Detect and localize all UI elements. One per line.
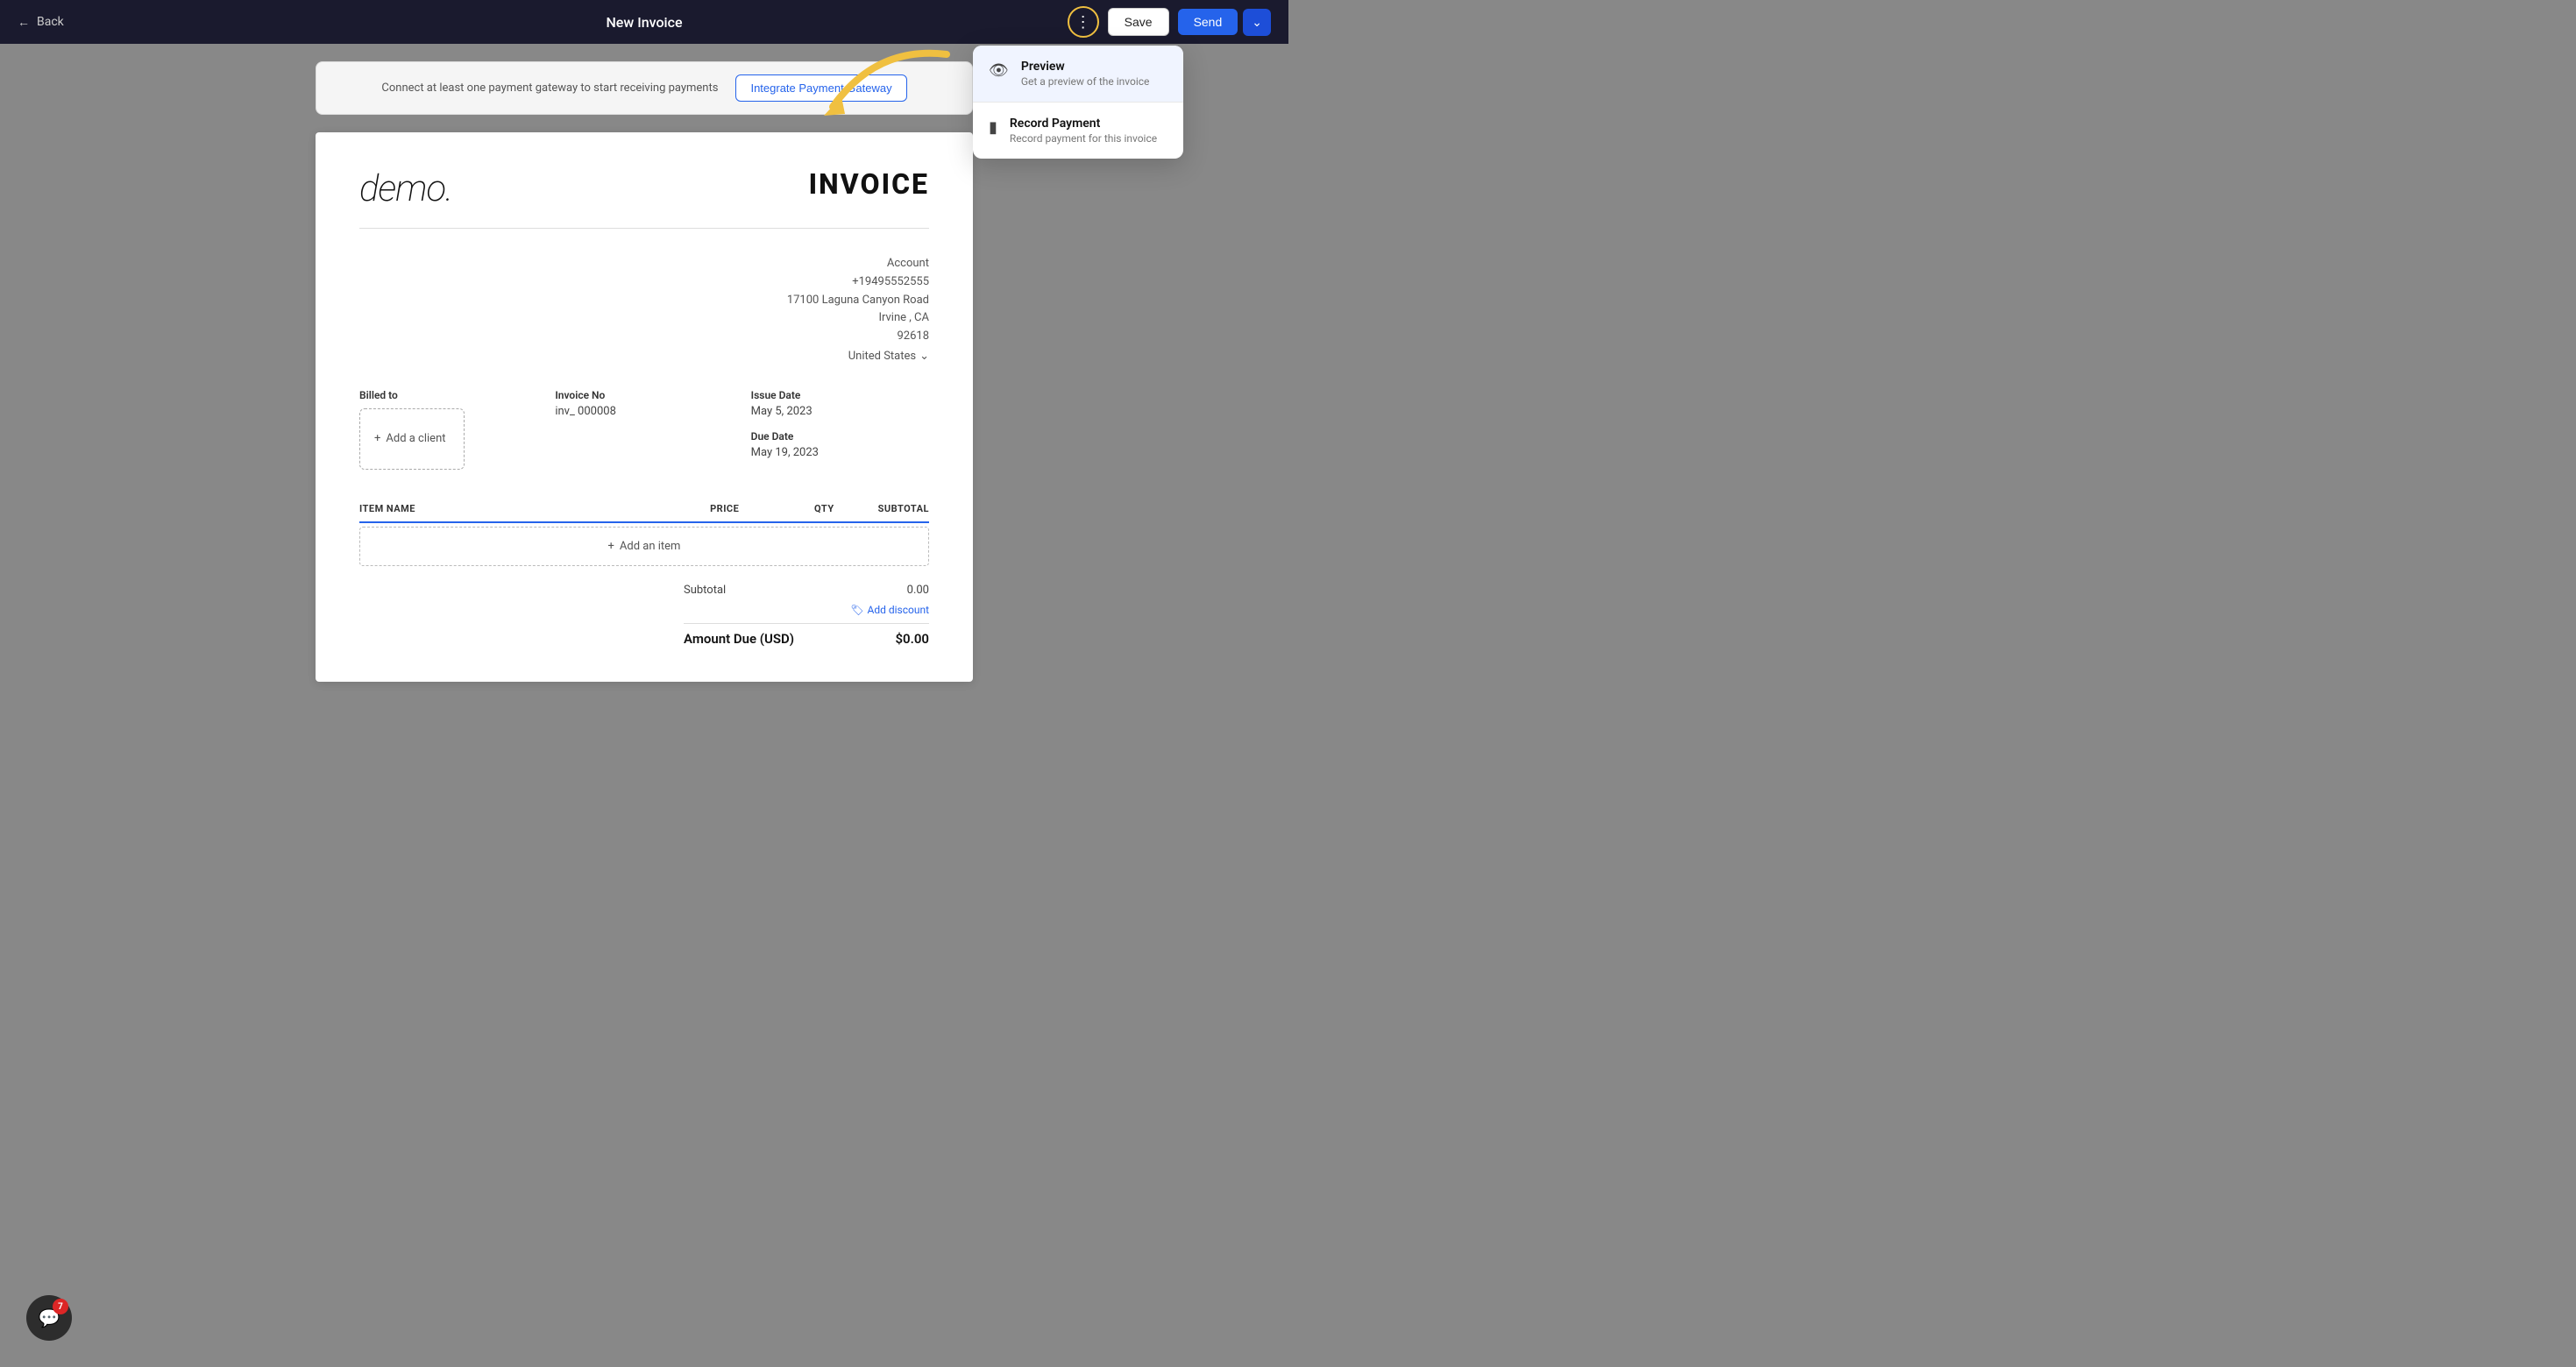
send-dropdown-button[interactable]: ⌄ [1243, 9, 1271, 36]
issue-date-label: Issue Date [751, 389, 929, 401]
send-button[interactable]: Send [1178, 9, 1238, 35]
record-payment-title: Record Payment [1010, 117, 1157, 131]
issue-date-value: May 5, 2023 [751, 405, 929, 418]
nav-actions: ⋮ Save Send ⌄ [1068, 6, 1271, 38]
add-item-button[interactable]: + Add an item [359, 527, 929, 566]
company-logo: demo. [359, 167, 452, 210]
invoice-no-section: Invoice No inv_ 000008 [555, 389, 733, 470]
account-city: Irvine , CA [359, 309, 929, 328]
record-payment-description: Record payment for this invoice [1010, 132, 1157, 145]
due-date-label: Due Date [751, 430, 929, 443]
subtotal-row: Subtotal 0.00 [684, 584, 929, 597]
dropdown-menu: 👁 Preview Get a preview of the invoice ▮… [973, 46, 1183, 159]
country-value: United States [848, 350, 916, 363]
due-date-value: May 19, 2023 [751, 446, 929, 459]
tag-icon: 🏷 [850, 604, 863, 616]
chat-button[interactable]: 💬 7 [26, 1295, 72, 1341]
invoice-paper: demo. INVOICE Account +19495552555 17100… [316, 132, 973, 682]
send-label: Send [1194, 15, 1223, 29]
items-table-header: ITEM NAME PRICE QTY SUBTOTAL [359, 496, 929, 523]
plus-icon: + [374, 432, 380, 445]
account-info: Account +19495552555 17100 Laguna Canyon… [359, 255, 929, 363]
invoice-no-label: Invoice No [555, 389, 733, 401]
banner-text: Connect at least one payment gateway to … [381, 81, 718, 95]
add-item-label: Add an item [620, 540, 681, 553]
back-button[interactable]: ← Back [18, 15, 64, 30]
chat-badge-count: 7 [53, 1299, 68, 1314]
col-price: PRICE [644, 503, 739, 514]
record-payment-menu-item[interactable]: ▮ Record Payment Record payment for this… [973, 103, 1183, 159]
add-discount-label: Add discount [867, 604, 929, 616]
add-client-label: Add a client [386, 432, 445, 445]
invoice-no-value: inv_ 000008 [555, 405, 733, 418]
add-discount-button[interactable]: 🏷 Add discount [850, 604, 929, 616]
amount-due-value: $0.00 [895, 631, 929, 647]
amount-due-row: Amount Due (USD) $0.00 [684, 623, 929, 647]
preview-title: Preview [1021, 60, 1150, 74]
billed-to-label: Billed to [359, 389, 537, 401]
back-arrow-icon: ← [18, 15, 30, 30]
plus-icon-item: + [608, 540, 614, 553]
payment-icon: ▮ [989, 118, 997, 137]
page-title: New Invoice [606, 14, 682, 31]
account-label: Account [359, 255, 929, 273]
invoice-totals: Subtotal 0.00 🏷 Add discount Amount Due … [359, 584, 929, 647]
more-options-button[interactable]: ⋮ [1068, 6, 1099, 38]
col-item-name: ITEM NAME [359, 503, 644, 514]
account-address1: 17100 Laguna Canyon Road [359, 292, 929, 310]
subtotal-value: 0.00 [907, 584, 929, 597]
payment-banner: Connect at least one payment gateway to … [316, 61, 973, 115]
col-qty: QTY [739, 503, 834, 514]
items-table: ITEM NAME PRICE QTY SUBTOTAL + Add an it… [359, 496, 929, 566]
preview-description: Get a preview of the invoice [1021, 75, 1150, 88]
save-button[interactable]: Save [1108, 8, 1169, 36]
back-label: Back [37, 15, 64, 29]
subtotal-label: Subtotal [684, 584, 726, 597]
add-client-button[interactable]: + Add a client [359, 408, 465, 470]
dates-section: Issue Date May 5, 2023 Due Date May 19, … [751, 389, 929, 470]
billed-to-section: Billed to + Add a client [359, 389, 537, 470]
country-select[interactable]: United States ⌄ [848, 350, 929, 363]
integrate-button[interactable]: Integrate Payment Gateway [735, 74, 906, 102]
invoice-title: INVOICE [809, 167, 929, 201]
eye-icon: 👁 [989, 61, 1009, 80]
amount-due-label: Amount Due (USD) [684, 631, 794, 647]
account-phone: +19495552555 [359, 273, 929, 292]
preview-menu-item[interactable]: 👁 Preview Get a preview of the invoice [973, 46, 1183, 103]
col-subtotal: SUBTOTAL [834, 503, 929, 514]
invoice-meta: Billed to + Add a client Invoice No inv_… [359, 389, 929, 470]
chevron-down-icon: ⌄ [919, 350, 929, 363]
account-zip: 92618 [359, 328, 929, 346]
top-nav: ← Back New Invoice ⋮ Save Send ⌄ [0, 0, 1288, 44]
invoice-header: demo. INVOICE [359, 167, 929, 229]
